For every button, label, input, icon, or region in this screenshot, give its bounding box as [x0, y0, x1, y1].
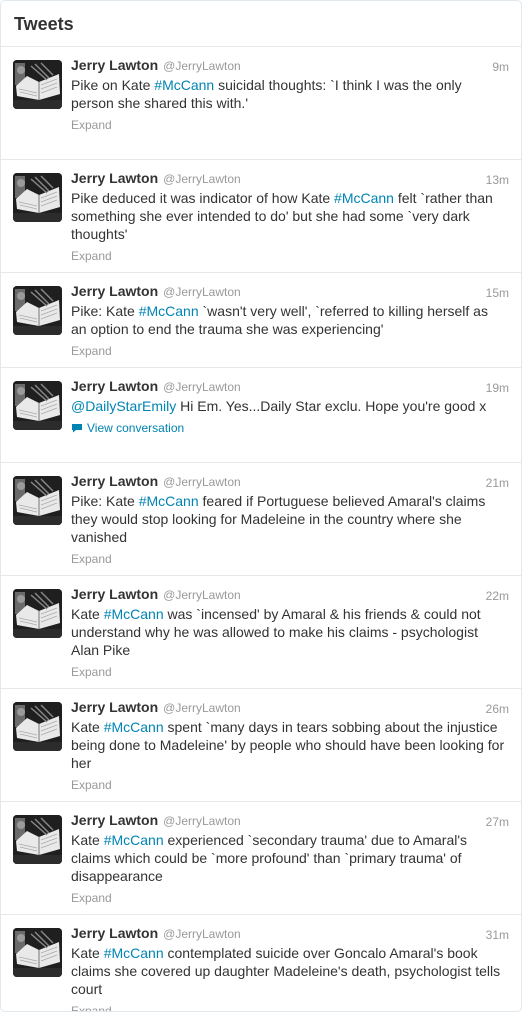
expand-link[interactable]: Expand [71, 778, 112, 792]
hashtag-link[interactable]: #McCann [139, 303, 199, 319]
tweet-header: Jerry Lawton @JerryLawton [71, 699, 509, 715]
tweet-header: Jerry Lawton @JerryLawton [71, 283, 509, 299]
tweet-text: Kate #McCann spent `many days in tears s… [71, 718, 509, 772]
tweet-text: Kate #McCann contemplated suicide over G… [71, 944, 509, 998]
tweet-text: Kate #McCann was `incensed' by Amaral & … [71, 605, 509, 659]
expand-link[interactable]: Expand [71, 1004, 112, 1011]
avatar[interactable] [13, 702, 62, 751]
author-name[interactable]: Jerry Lawton [71, 699, 158, 715]
tweet-text: Pike: Kate #McCann feared if Portuguese … [71, 492, 509, 546]
author-handle[interactable]: @JerryLawton [163, 380, 241, 394]
hashtag-link[interactable]: #McCann [334, 190, 394, 206]
author-name[interactable]: Jerry Lawton [71, 378, 158, 394]
tweet-text: Pike: Kate #McCann `wasn't very well', `… [71, 302, 509, 338]
tweet-item[interactable]: Jerry Lawton @JerryLawton 31m Kate #McCann … [1, 915, 521, 1011]
avatar[interactable] [13, 60, 62, 109]
author-handle[interactable]: @JerryLawton [163, 172, 241, 186]
timestamp[interactable]: 19m [486, 381, 509, 395]
hashtag-link[interactable]: #McCann [104, 832, 164, 848]
expand-link[interactable]: Expand [71, 665, 112, 679]
tweet-item[interactable]: Jerry Lawton @JerryLawton 15m Pike: Kate #M… [1, 273, 521, 368]
tweet-header: Jerry Lawton @JerryLawton [71, 170, 509, 186]
mention-link[interactable]: @DailyStarEmily [71, 398, 176, 414]
hashtag-link[interactable]: #McCann [139, 493, 199, 509]
tweet-text-segment: Kate [71, 832, 104, 848]
tweet-text: Pike deduced it was indicator of how Kat… [71, 189, 509, 243]
author-name[interactable]: Jerry Lawton [71, 586, 158, 602]
avatar[interactable] [13, 589, 62, 638]
tweet-header: Jerry Lawton @JerryLawton [71, 473, 509, 489]
expand-link[interactable]: Expand [71, 118, 112, 132]
tweet-text-segment: Kate [71, 606, 104, 622]
tweet-item[interactable]: Jerry Lawton @JerryLawton 26m Kate #McCann … [1, 689, 521, 802]
tweet-list: Jerry Lawton @JerryLawton 9m Pike on Kate #… [1, 47, 521, 1011]
tweet-item[interactable]: Jerry Lawton @JerryLawton 22m Kate #McCann … [1, 576, 521, 689]
tweet-item[interactable]: Jerry Lawton @JerryLawton 9m Pike on Kate #… [1, 47, 521, 160]
timestamp[interactable]: 22m [486, 589, 509, 603]
tweet-text-segment: Pike: Kate [71, 493, 139, 509]
tweet-header: Jerry Lawton @JerryLawton [71, 812, 509, 828]
avatar[interactable] [13, 286, 62, 335]
tweet-item[interactable]: Jerry Lawton @JerryLawton 19m @DailyStarEmi… [1, 368, 521, 463]
author-handle[interactable]: @JerryLawton [163, 814, 241, 828]
avatar[interactable] [13, 476, 62, 525]
hashtag-link[interactable]: #McCann [104, 945, 164, 961]
avatar[interactable] [13, 381, 62, 430]
timestamp[interactable]: 21m [486, 476, 509, 490]
author-handle[interactable]: @JerryLawton [163, 701, 241, 715]
view-conversation-label: View conversation [87, 421, 185, 435]
tweet-text-segment: Hi Em. Yes...Daily Star exclu. Hope you'… [176, 398, 487, 414]
author-handle[interactable]: @JerryLawton [163, 588, 241, 602]
tweet-item[interactable]: Jerry Lawton @JerryLawton 27m Kate #McCann … [1, 802, 521, 915]
tweet-header: Jerry Lawton @JerryLawton [71, 925, 509, 941]
avatar[interactable] [13, 928, 62, 977]
tweet-text-segment: Kate [71, 945, 104, 961]
expand-link[interactable]: Expand [71, 891, 112, 905]
tweet-header: Jerry Lawton @JerryLawton [71, 378, 509, 394]
author-handle[interactable]: @JerryLawton [163, 475, 241, 489]
expand-link[interactable]: Expand [71, 552, 112, 566]
tweet-item[interactable]: Jerry Lawton @JerryLawton 13m Pike deduced … [1, 160, 521, 273]
author-handle[interactable]: @JerryLawton [163, 927, 241, 941]
hashtag-link[interactable]: #McCann [154, 77, 214, 93]
view-conversation-link[interactable]: View conversation [71, 421, 184, 435]
timestamp[interactable]: 31m [486, 928, 509, 942]
tweet-header: Jerry Lawton @JerryLawton [71, 57, 509, 73]
tweet-text-segment: Pike: Kate [71, 303, 139, 319]
expand-link[interactable]: Expand [71, 249, 112, 263]
timestamp[interactable]: 27m [486, 815, 509, 829]
hashtag-link[interactable]: #McCann [104, 719, 164, 735]
avatar[interactable] [13, 173, 62, 222]
author-handle[interactable]: @JerryLawton [163, 285, 241, 299]
author-name[interactable]: Jerry Lawton [71, 283, 158, 299]
tweet-item[interactable]: Jerry Lawton @JerryLawton 21m Pike: Kate #M… [1, 463, 521, 576]
tweet-text-segment: Pike deduced it was indicator of how Kat… [71, 190, 335, 206]
page-title: Tweets [14, 14, 74, 34]
author-name[interactable]: Jerry Lawton [71, 473, 158, 489]
tweet-text-segment: Pike on Kate [71, 77, 155, 93]
tweet-text-segment: Kate [71, 719, 104, 735]
timestamp[interactable]: 9m [492, 60, 509, 74]
speech-bubble-icon [72, 424, 82, 433]
author-name[interactable]: Jerry Lawton [71, 812, 158, 828]
tweet-text: @DailyStarEmily Hi Em. Yes...Daily Star … [71, 397, 509, 415]
tweets-panel: Tweets Jerry Lawton @JerryLawton 9m Pike on… [0, 0, 522, 1012]
tweet-text: Pike on Kate #McCann suicidal thoughts: … [71, 76, 509, 112]
tweet-header: Jerry Lawton @JerryLawton [71, 586, 509, 602]
timestamp[interactable]: 13m [486, 173, 509, 187]
timestamp[interactable]: 15m [486, 286, 509, 300]
tweet-text: Kate #McCann experienced `secondary trau… [71, 831, 509, 885]
hashtag-link[interactable]: #McCann [104, 606, 164, 622]
author-handle[interactable]: @JerryLawton [163, 59, 241, 73]
author-name[interactable]: Jerry Lawton [71, 170, 158, 186]
timestamp[interactable]: 26m [486, 702, 509, 716]
expand-link[interactable]: Expand [71, 344, 112, 358]
author-name[interactable]: Jerry Lawton [71, 925, 158, 941]
author-name[interactable]: Jerry Lawton [71, 57, 158, 73]
panel-header: Tweets [1, 1, 521, 47]
avatar[interactable] [13, 815, 62, 864]
